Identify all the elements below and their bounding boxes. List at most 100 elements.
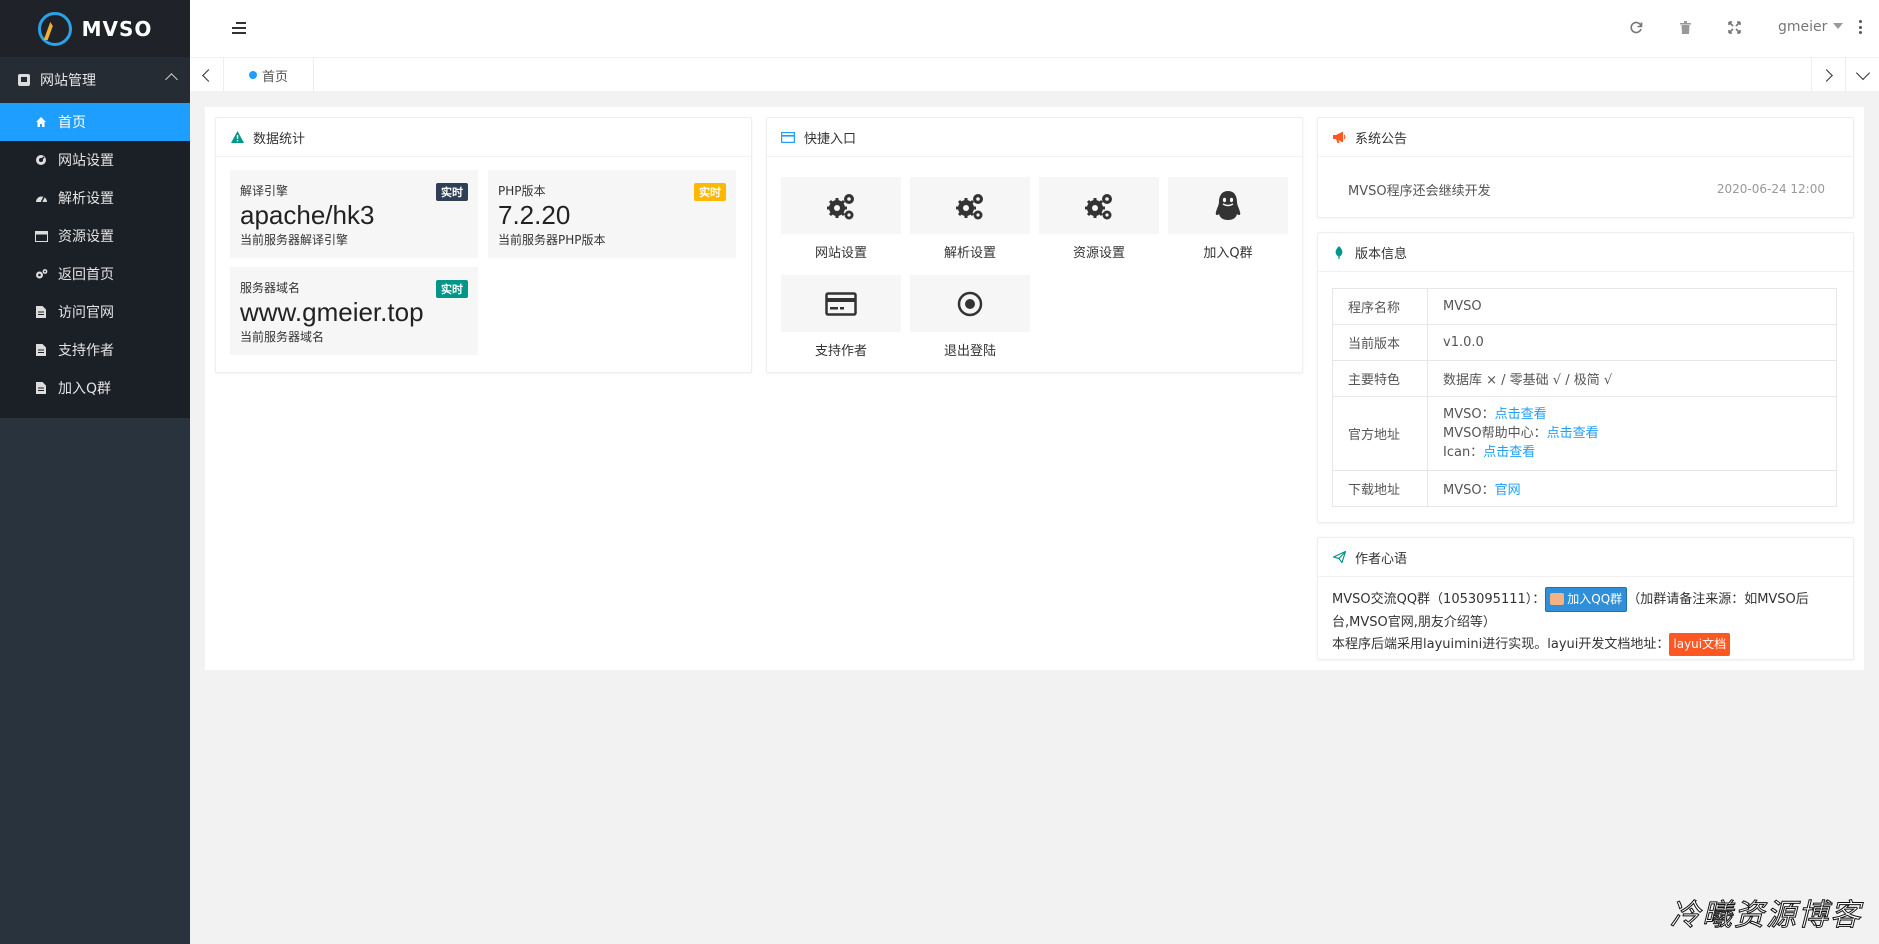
sidebar-item-label: 支持作者 — [58, 343, 114, 359]
card-header: 数据统计 — [216, 118, 751, 157]
sidebar-item-join-group[interactable]: 加入Q群 — [0, 369, 190, 407]
chevron-down-icon — [1855, 65, 1870, 80]
chevron-right-icon — [1820, 68, 1833, 82]
logo[interactable]: MVSO — [0, 0, 190, 57]
link-prefix: MVSO： — [1443, 407, 1495, 422]
tab-home[interactable]: 首页 — [224, 58, 314, 92]
sidebar-item-label: 资源设置 — [58, 229, 114, 245]
quick-label: 加入Q群 — [1203, 246, 1253, 261]
layui-doc-button[interactable]: layui文档 — [1669, 633, 1731, 656]
logo-icon — [37, 11, 72, 46]
stat-php-version: PHP版本 7.2.20 当前服务器PHP版本 实时 — [488, 170, 736, 258]
main-content: 数据统计 解译引擎 apache/hk3 当前服务器解译引擎 实时 PHP版本 … — [205, 107, 1864, 670]
quick-support-author[interactable]: 支持作者 — [781, 275, 901, 359]
credit-card-icon — [781, 130, 795, 144]
active-dot-icon — [249, 71, 257, 79]
table-row: 下载地址 MVSO：官网 — [1332, 470, 1837, 507]
caret-down-icon — [1833, 23, 1844, 29]
paper-plane-icon — [1332, 550, 1346, 564]
gears-icon — [34, 267, 48, 281]
brand-name: MVSO — [81, 16, 153, 41]
window-icon — [34, 229, 48, 243]
dashboard-icon — [34, 191, 48, 205]
card-header: 快捷入口 — [767, 118, 1302, 157]
quick-tile — [910, 177, 1030, 234]
sidebar-item-site-settings[interactable]: 网站设置 — [0, 141, 190, 179]
sidebar-item-home[interactable]: 首页 — [0, 103, 190, 141]
fullscreen-icon[interactable] — [1727, 20, 1741, 34]
sidebar-item-resource-settings[interactable]: 资源设置 — [0, 217, 190, 255]
sidebar-item-parse-settings[interactable]: 解析设置 — [0, 179, 190, 217]
quick-entry-card: 快捷入口 网站设置 解析设置 资源设置 加入Q群 支持作者 退出登陆 — [766, 117, 1303, 373]
stat-desc: 当前服务器域名 — [240, 330, 325, 344]
chevron-up-icon — [165, 73, 178, 86]
table-value: v1.0.0 — [1427, 324, 1837, 361]
table-row: 当前版本 v1.0.0 — [1332, 324, 1837, 361]
menu-toggle-icon[interactable] — [232, 22, 246, 34]
card-title: 系统公告 — [1355, 131, 1408, 147]
icon-site-link[interactable]: 点击查看 — [1483, 445, 1535, 460]
user-menu[interactable]: gmeier — [1778, 19, 1844, 35]
quick-tile — [910, 275, 1030, 332]
quick-site-settings[interactable]: 网站设置 — [781, 177, 901, 261]
quick-resource-settings[interactable]: 资源设置 — [1039, 177, 1159, 261]
version-table: 程序名称 MVSO 当前版本 v1.0.0 主要特色 数据库 × / 零基础 √… — [1332, 288, 1837, 507]
join-qq-group-button[interactable]: 加入QQ群 — [1545, 587, 1628, 612]
quick-parse-settings[interactable]: 解析设置 — [910, 177, 1030, 261]
quick-label: 支持作者 — [814, 344, 867, 359]
stat-desc: 当前服务器PHP版本 — [498, 233, 606, 247]
table-value: 数据库 × / 零基础 √ / 极简 √ — [1427, 360, 1837, 397]
stat-value: www.gmeier.top — [240, 297, 424, 327]
stat-domain: 服务器域名 www.gmeier.top 当前服务器域名 实时 — [230, 267, 478, 355]
tab-bar: 首页 — [190, 57, 1879, 92]
notice-text[interactable]: MVSO程序还会继续开发 — [1348, 180, 1491, 199]
sidebar: MVSO 网站管理 首页 网站设置 解析设置 资源设置 返回首页 访问官网 支持… — [0, 0, 190, 944]
card-title: 作者心语 — [1355, 551, 1408, 567]
sidebar-item-label: 解析设置 — [58, 191, 114, 207]
card-header: 系统公告 — [1318, 118, 1853, 157]
quick-label: 网站设置 — [814, 246, 867, 261]
gauge-icon — [34, 153, 48, 167]
tab-label: 首页 — [262, 69, 289, 85]
mvso-site-link[interactable]: 点击查看 — [1495, 407, 1547, 422]
quick-logout[interactable]: 退出登陆 — [910, 275, 1030, 359]
stat-value: 7.2.20 — [498, 200, 571, 230]
leaf-icon — [1332, 245, 1346, 259]
table-value: MVSO：官网 — [1427, 470, 1837, 507]
sidebar-item-official-site[interactable]: 访问官网 — [0, 293, 190, 331]
table-key: 主要特色 — [1332, 360, 1428, 397]
sidebar-item-label: 加入Q群 — [58, 381, 112, 397]
help-center-link[interactable]: 点击查看 — [1547, 426, 1599, 441]
stat-engine: 解译引擎 apache/hk3 当前服务器解译引擎 实时 — [230, 170, 478, 258]
card-header: 作者心语 — [1318, 538, 1853, 577]
realtime-badge: 实时 — [694, 183, 726, 201]
more-vertical-icon[interactable] — [1858, 20, 1862, 34]
author-text: MVSO交流QQ群（1053095111）： — [1332, 592, 1546, 607]
quick-join-group[interactable]: 加入Q群 — [1168, 177, 1288, 261]
sidebar-item-support-author[interactable]: 支持作者 — [0, 331, 190, 369]
menu-group-site-admin[interactable]: 网站管理 — [0, 57, 190, 103]
table-row: 主要特色 数据库 × / 零基础 √ / 极简 √ — [1332, 360, 1837, 397]
sidebar-item-label: 返回首页 — [58, 267, 114, 283]
author-card: 作者心语 MVSO交流QQ群（1053095111）： 加入QQ群 （加群请备注来源… — [1317, 537, 1854, 660]
download-link[interactable]: 官网 — [1495, 483, 1521, 498]
watermark: 冷曦资源博客 — [1670, 898, 1862, 934]
refresh-icon[interactable] — [1629, 20, 1643, 34]
link-prefix: Ican： — [1443, 445, 1484, 460]
card-title: 版本信息 — [1355, 246, 1408, 262]
card-header: 版本信息 — [1318, 233, 1853, 272]
trash-icon[interactable] — [1678, 20, 1692, 34]
tab-scroll-left-button[interactable] — [190, 58, 224, 92]
table-key: 程序名称 — [1332, 288, 1428, 325]
quick-label: 资源设置 — [1072, 246, 1125, 261]
card-title: 数据统计 — [253, 131, 306, 147]
tab-options-button[interactable] — [1845, 58, 1879, 92]
card-title: 快捷入口 — [804, 131, 857, 147]
tab-scroll-right-button[interactable] — [1811, 58, 1845, 92]
stat-label: 服务器域名 — [240, 281, 301, 295]
sidebar-item-back-home[interactable]: 返回首页 — [0, 255, 190, 293]
realtime-badge: 实时 — [436, 280, 468, 298]
table-key: 下载地址 — [1332, 470, 1428, 507]
button-label: 加入QQ群 — [1567, 592, 1623, 606]
file-icon — [34, 305, 48, 319]
